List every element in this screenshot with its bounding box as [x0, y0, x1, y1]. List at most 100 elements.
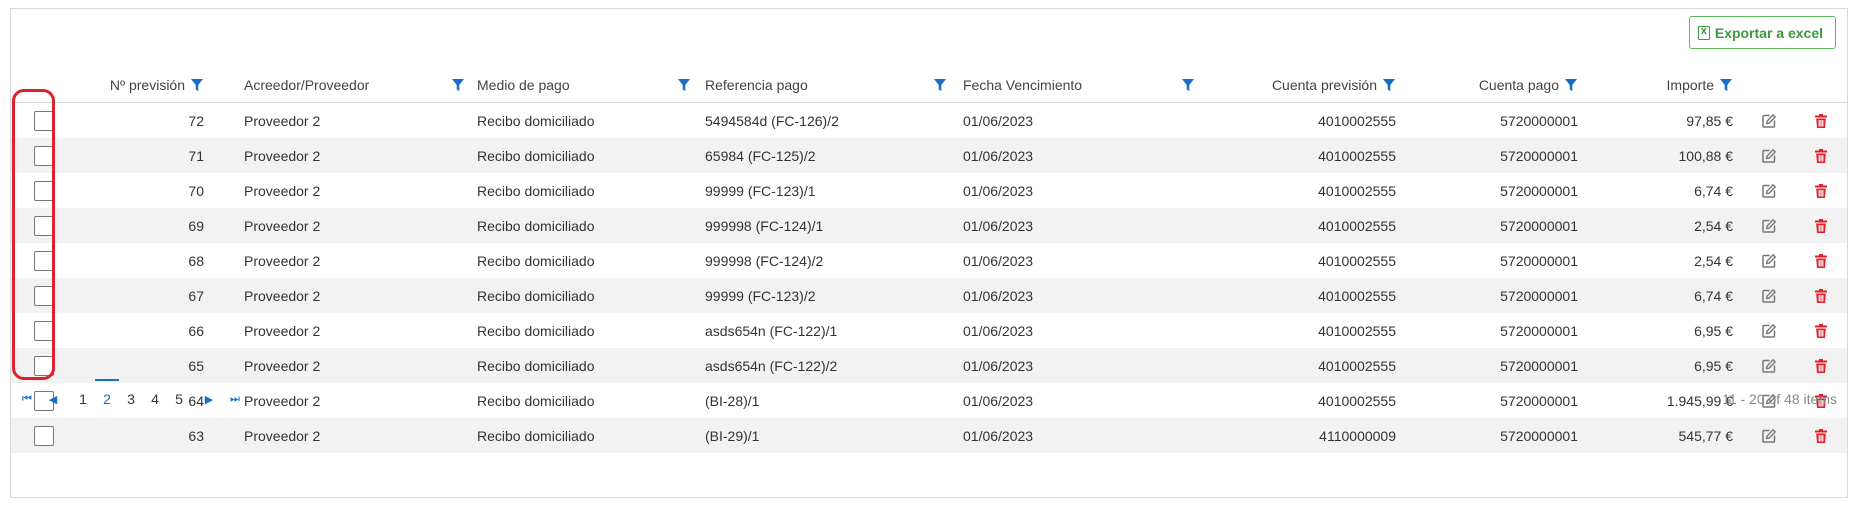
edit-icon[interactable] [1761, 288, 1777, 304]
edit-cell [1743, 428, 1795, 444]
page-4[interactable]: 4 [143, 379, 167, 419]
filter-icon[interactable] [1181, 78, 1195, 92]
delete-cell [1795, 148, 1847, 164]
cell-importe-text: 100,88 € [1678, 147, 1734, 164]
trash-icon[interactable] [1813, 323, 1829, 339]
cell-cuenta_prev: 4010002555 [1199, 218, 1408, 234]
cell-cuenta_pago-text: 5720000001 [1500, 147, 1578, 164]
filter-icon[interactable] [933, 78, 947, 92]
trash-icon[interactable] [1813, 218, 1829, 234]
cell-num: 63 [77, 428, 214, 444]
header-cuenta-prevision[interactable]: Cuenta previsión [1199, 77, 1408, 93]
cell-cuenta_pago-text: 5720000001 [1500, 182, 1578, 199]
cell-proveedor: Proveedor 2 [214, 358, 469, 374]
table-row[interactable]: 65 Proveedor 2 Recibo domiciliado asds654n … [11, 348, 1847, 383]
row-checkbox[interactable] [34, 215, 54, 236]
prev-page-icon[interactable]: ◀ [41, 393, 65, 406]
page-3[interactable]: 3 [119, 379, 143, 419]
trash-icon[interactable] [1813, 113, 1829, 129]
row-checkbox[interactable] [34, 425, 54, 446]
page-5[interactable]: 5 [167, 379, 191, 419]
row-checkbox[interactable] [34, 145, 54, 166]
trash-icon[interactable] [1813, 253, 1829, 269]
trash-icon[interactable] [1813, 183, 1829, 199]
row-checkbox[interactable] [34, 180, 54, 201]
cell-cuenta_prev-text: 4010002555 [1318, 287, 1396, 304]
row-checkbox[interactable] [34, 355, 54, 376]
filter-icon[interactable] [1564, 78, 1578, 92]
cell-importe-text: 97,85 € [1686, 112, 1733, 129]
edit-icon[interactable] [1761, 358, 1777, 374]
header-medio[interactable]: Medio de pago [469, 77, 695, 93]
cell-cuenta_prev-text: 4010002555 [1318, 112, 1396, 129]
grid-panel: X Exportar a excel Nº previsión Acreedor… [10, 8, 1848, 498]
cell-proveedor: Proveedor 2 [214, 428, 469, 444]
header-num[interactable]: Nº previsión [77, 77, 214, 93]
header-referencia[interactable]: Referencia pago [695, 77, 951, 93]
cell-referencia-text: 99999 (FC-123)/2 [705, 287, 816, 304]
filter-icon[interactable] [1382, 78, 1396, 92]
cell-fecha-text: 01/06/2023 [963, 112, 1034, 129]
edit-cell [1743, 323, 1795, 339]
delete-cell [1795, 113, 1847, 129]
delete-cell [1795, 288, 1847, 304]
cell-cuenta_prev: 4010002555 [1199, 183, 1408, 199]
edit-icon[interactable] [1761, 113, 1777, 129]
row-checkbox[interactable] [34, 250, 54, 271]
cell-cuenta_prev-text: 4010002555 [1318, 147, 1396, 164]
filter-icon[interactable] [190, 78, 204, 92]
edit-icon[interactable] [1761, 218, 1777, 234]
table-row[interactable]: 67 Proveedor 2 Recibo domiciliado 99999 (FC… [11, 278, 1847, 313]
header-importe[interactable]: Importe [1588, 77, 1743, 93]
edit-icon[interactable] [1761, 428, 1777, 444]
first-page-icon[interactable]: ⏮ [15, 393, 39, 406]
delete-cell [1795, 218, 1847, 234]
last-page-icon[interactable]: ⏭ [223, 393, 247, 406]
trash-icon[interactable] [1813, 148, 1829, 164]
cell-cuenta_prev: 4010002555 [1199, 148, 1408, 164]
table-row[interactable]: 72 Proveedor 2 Recibo domiciliado 5494584d … [11, 103, 1847, 138]
header-proveedor[interactable]: Acreedor/Proveedor [214, 77, 469, 93]
edit-icon[interactable] [1761, 183, 1777, 199]
table-row[interactable]: 68 Proveedor 2 Recibo domiciliado 999998 (F… [11, 243, 1847, 278]
table-row[interactable]: 66 Proveedor 2 Recibo domiciliado asds654n … [11, 313, 1847, 348]
table-row[interactable]: 63 Proveedor 2 Recibo domiciliado (BI-29)/1… [11, 418, 1847, 453]
cell-cuenta_prev-text: 4010002555 [1318, 322, 1396, 339]
page-1[interactable]: 1 [71, 379, 95, 419]
filter-icon[interactable] [677, 78, 691, 92]
edit-icon[interactable] [1761, 148, 1777, 164]
cell-cuenta_pago-text: 5720000001 [1500, 112, 1578, 129]
cell-proveedor: Proveedor 2 [214, 288, 469, 304]
row-checkbox[interactable] [34, 285, 54, 306]
filter-icon[interactable] [451, 78, 465, 92]
header-num-label: Nº previsión [109, 76, 185, 93]
table-row[interactable]: 71 Proveedor 2 Recibo domiciliado 65984 (FC… [11, 138, 1847, 173]
row-checkbox[interactable] [34, 320, 54, 341]
header-cuenta-pago[interactable]: Cuenta pago [1408, 77, 1588, 93]
table-row[interactable]: 70 Proveedor 2 Recibo domiciliado 99999 (FC… [11, 173, 1847, 208]
row-checkbox[interactable] [34, 110, 54, 131]
row-select-cell [11, 250, 77, 271]
cell-medio-text: Recibo domiciliado [477, 427, 595, 444]
pager-info: 11 - 20 of 48 items [1722, 391, 1837, 407]
cell-num-text: 67 [188, 287, 204, 304]
export-excel-button[interactable]: X Exportar a excel [1688, 16, 1836, 49]
trash-icon[interactable] [1813, 288, 1829, 304]
table-row[interactable]: 69 Proveedor 2 Recibo domiciliado 999998 (F… [11, 208, 1847, 243]
page-2[interactable]: 2 [95, 379, 119, 419]
cell-num: 71 [77, 148, 214, 164]
next-page-icon[interactable]: ▶ [197, 393, 221, 406]
row-select-cell [11, 425, 77, 446]
cell-cuenta_pago-text: 5720000001 [1500, 252, 1578, 269]
trash-icon[interactable] [1813, 358, 1829, 374]
header-fecha[interactable]: Fecha Vencimiento [951, 77, 1199, 93]
trash-icon[interactable] [1813, 428, 1829, 444]
edit-cell [1743, 358, 1795, 374]
edit-icon[interactable] [1761, 253, 1777, 269]
cell-fecha: 01/06/2023 [951, 113, 1199, 129]
cell-proveedor-text: Proveedor 2 [244, 217, 321, 234]
edit-icon[interactable] [1761, 323, 1777, 339]
cell-cuenta_prev: 4010002555 [1199, 288, 1408, 304]
filter-icon[interactable] [1719, 78, 1733, 92]
cell-cuenta_prev-text: 4110000009 [1319, 427, 1396, 444]
